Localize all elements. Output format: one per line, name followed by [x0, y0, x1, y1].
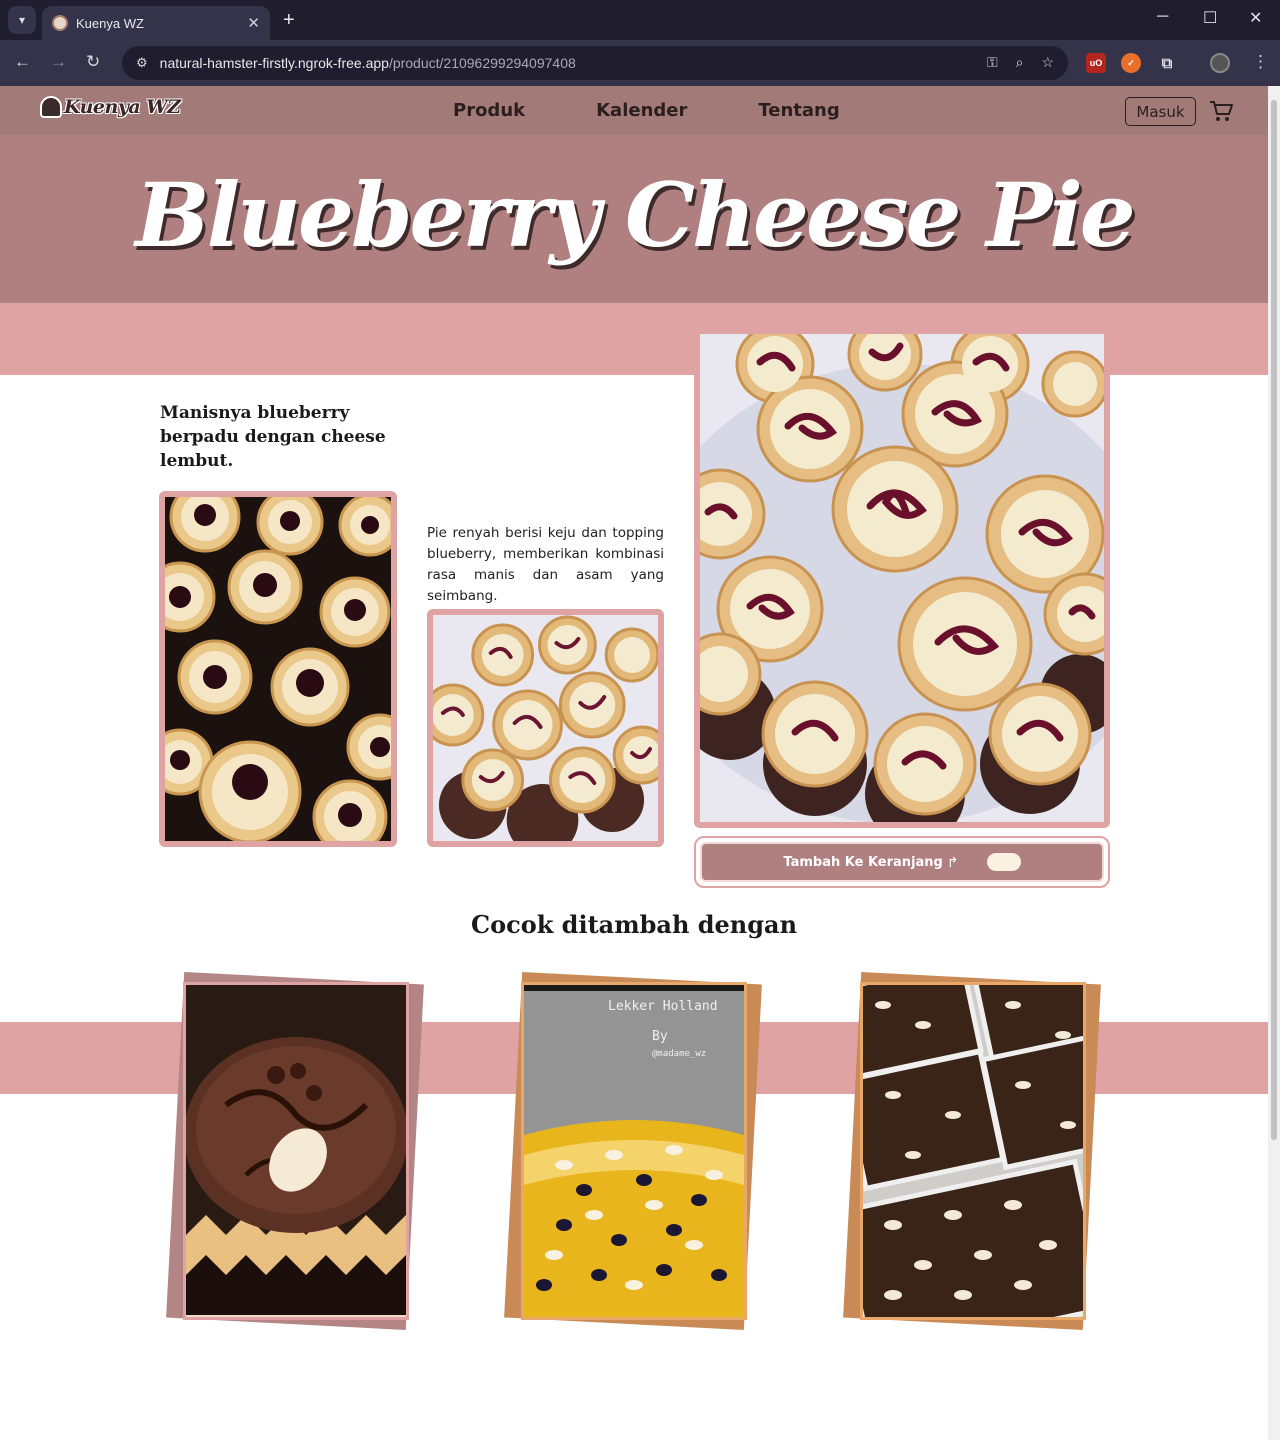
puzzle-extensions-icon[interactable]: ⧉ — [1157, 53, 1177, 73]
product-photo-2 — [427, 609, 664, 847]
nav-tentang[interactable]: Tentang — [758, 100, 839, 121]
url-host: natural-hamster-firstly.ngrok-free.app — [159, 55, 389, 71]
zoom-icon[interactable]: ⌕ — [1016, 54, 1024, 71]
close-window-icon[interactable]: ✕ — [1249, 8, 1262, 28]
related-product-image[interactable] — [183, 982, 409, 1320]
related-product-card[interactable] — [166, 971, 424, 1331]
cupcake-logo-icon — [40, 96, 62, 118]
bookmark-star-icon[interactable]: ☆ — [1041, 54, 1054, 71]
site-info-icon[interactable]: ⚙ — [136, 55, 148, 71]
reload-icon[interactable]: ↻ — [86, 52, 100, 72]
add-to-cart-wrapper: Tambah Ke Keranjang ↱ — [694, 836, 1110, 888]
url-path: /product/21096299294097408 — [388, 55, 576, 71]
close-tab-icon[interactable]: ✕ — [247, 14, 260, 32]
related-product-image[interactable]: Lekker Holland By @madame_wz — [521, 982, 747, 1320]
watermark-title: Lekker Holland — [608, 999, 718, 1014]
password-key-icon[interactable]: ⚿ — [987, 54, 998, 71]
browser-tab[interactable]: Kuenya WZ ✕ — [42, 6, 270, 40]
forward-icon[interactable]: → — [50, 52, 67, 72]
url-text: natural-hamster-firstly.ngrok-free.app/p… — [160, 55, 576, 71]
browser-toolbar: ← → ↻ ⚙ natural-hamster-firstly.ngrok-fr… — [0, 40, 1280, 86]
logo-text: Kuenya WZ — [64, 96, 181, 118]
related-product-card[interactable]: Lekker Holland By @madame_wz — [504, 971, 762, 1331]
more-menu-icon[interactable]: ⋮ — [1252, 52, 1269, 72]
product-tagline: Manisnya blueberry berpadu dengan cheese… — [160, 403, 386, 471]
cart-icon[interactable] — [1208, 98, 1234, 124]
site-logo[interactable]: Kuenya WZ — [40, 96, 181, 118]
add-to-cart-label: Tambah Ke Keranjang — [783, 854, 943, 870]
profile-avatar-icon[interactable] — [1210, 53, 1230, 73]
nav-kalender[interactable]: Kalender — [596, 100, 687, 121]
back-icon[interactable]: ← — [14, 52, 31, 72]
site-favicon-icon — [52, 15, 68, 31]
tab-title: Kuenya WZ — [76, 15, 144, 31]
main-nav: Produk Kalender Tentang — [453, 100, 911, 121]
related-heading: Cocok ditambah dengan — [470, 910, 798, 939]
related-product-image[interactable] — [860, 982, 1086, 1320]
product-main-photo — [694, 334, 1110, 828]
nav-produk[interactable]: Produk — [453, 100, 525, 121]
extension-icon[interactable]: ✓ — [1121, 53, 1141, 73]
login-button[interactable]: Masuk — [1125, 97, 1196, 126]
product-title: Blueberry Cheese Pie — [135, 163, 1136, 267]
page-scrollbar[interactable] — [1268, 86, 1280, 1440]
site-header: Kuenya WZ Produk Kalender Tentang Masuk — [0, 86, 1268, 135]
related-product-card[interactable] — [843, 971, 1101, 1331]
browser-tab-bar: ▾ Kuenya WZ ✕ + ─ ☐ ✕ — [0, 0, 1280, 40]
tab-search-button[interactable]: ▾ — [8, 6, 36, 34]
address-bar[interactable]: ⚙ natural-hamster-firstly.ngrok-free.app… — [122, 46, 1068, 80]
new-tab-button[interactable]: + — [283, 8, 295, 32]
product-photo-1 — [159, 491, 397, 847]
product-hero: Blueberry Cheese Pie — [0, 135, 1268, 303]
watermark-by: By — [652, 1029, 668, 1044]
minimize-icon[interactable]: ─ — [1157, 8, 1168, 26]
add-to-cart-button[interactable]: Tambah Ke Keranjang ↱ — [700, 842, 1104, 882]
watermark-handle: @madame_wz — [652, 1049, 707, 1059]
quantity-toggle[interactable] — [986, 853, 1021, 871]
page-viewport: Kuenya WZ Produk Kalender Tentang Masuk … — [0, 86, 1268, 1440]
scrollbar-thumb[interactable] — [1271, 100, 1277, 1140]
arrow-icon: ↱ — [946, 853, 959, 870]
maximize-icon[interactable]: ☐ — [1203, 8, 1217, 28]
product-description: Pie renyah berisi keju dan topping blueb… — [427, 525, 664, 604]
ublock-extension-icon[interactable]: uO — [1086, 53, 1106, 73]
